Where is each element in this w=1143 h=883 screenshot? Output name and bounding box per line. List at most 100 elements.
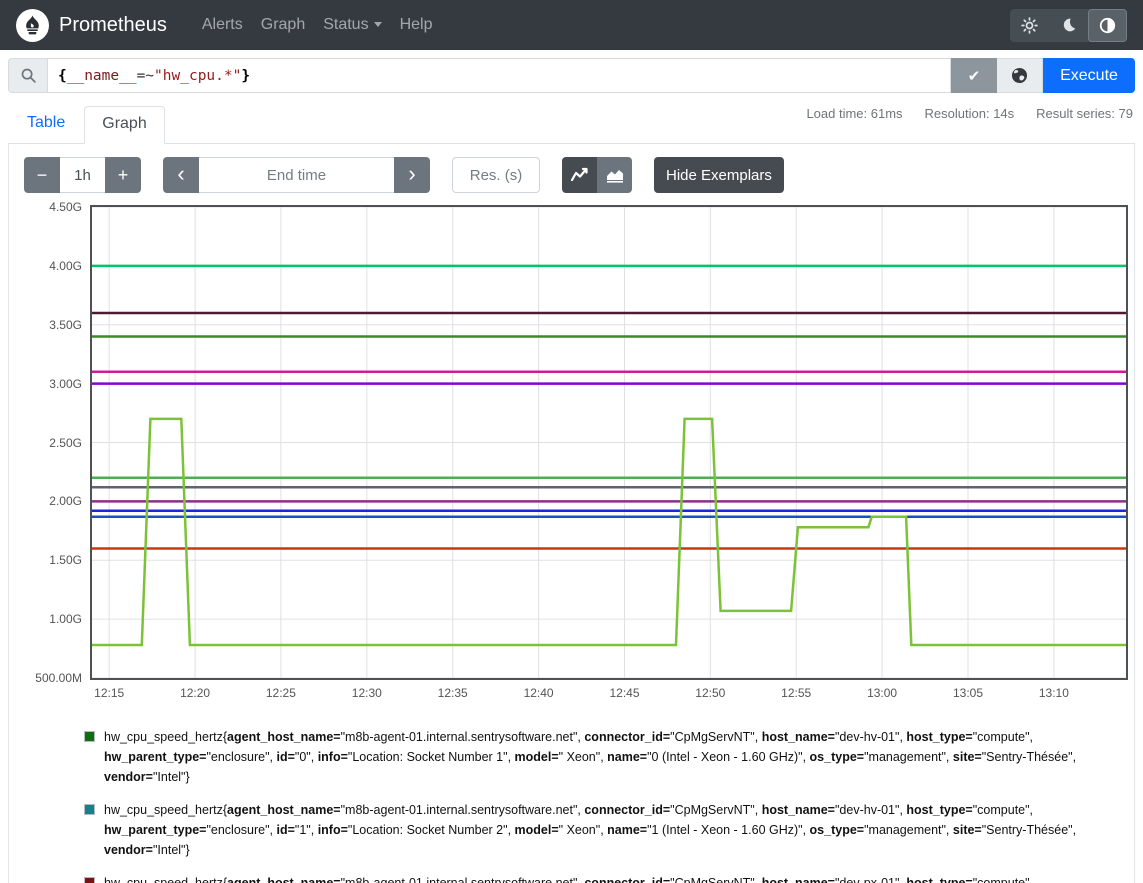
label-value: "0 (Intel - Xeon - 1.60 GHz)", — [647, 750, 809, 764]
x-axis-tick-label: 12:20 — [165, 686, 225, 700]
x-axis-tick-label: 12:35 — [423, 686, 483, 700]
label-value: "1 (Intel - Xeon - 1.60 GHz)", — [647, 823, 809, 837]
y-axis-tick-label: 1.50G — [24, 553, 82, 567]
label-value: "Location: Socket Number 2", — [348, 823, 515, 837]
stacked-chart-icon — [606, 167, 624, 183]
series-variable-cpu-speed — [92, 419, 1126, 645]
search-icon — [20, 67, 37, 84]
label-value: "m8b-agent-01.internal.sentrysoftware.ne… — [341, 803, 585, 817]
query-token: =~ — [137, 68, 154, 84]
metrics-explorer-button[interactable] — [997, 58, 1043, 93]
nav-link-alerts[interactable]: Alerts — [193, 16, 252, 34]
label-value: "CpMgServNT", — [670, 803, 762, 817]
tab-table[interactable]: Table — [10, 106, 82, 143]
stacked-chart-button[interactable] — [597, 157, 632, 193]
plot-canvas[interactable] — [90, 205, 1128, 680]
y-axis-tick-label: 2.50G — [24, 436, 82, 450]
label-key: connector_id= — [584, 803, 670, 817]
x-axis-tick-label: 13:10 — [1024, 686, 1084, 700]
dropdown-caret-icon — [374, 22, 382, 27]
query-check-button[interactable]: ✔ — [951, 58, 997, 93]
app-title[interactable]: Prometheus — [59, 14, 167, 37]
chart-area: 4.50G4.00G3.50G3.00G2.50G2.00G1.50G1.00G… — [24, 205, 1119, 705]
label-key: name= — [607, 823, 647, 837]
light-theme-button[interactable] — [1010, 9, 1049, 42]
line-chart-icon — [571, 167, 589, 183]
query-token: "hw_cpu.*" — [154, 68, 241, 84]
x-axis-tick-label: 12:40 — [509, 686, 569, 700]
resolution-input[interactable] — [452, 157, 540, 193]
time-forward-button[interactable]: › — [394, 157, 430, 193]
label-key: info= — [318, 750, 348, 764]
torch-flame-icon — [21, 14, 44, 37]
circle-half-icon — [1099, 17, 1116, 34]
y-axis-tick-label: 1.00G — [24, 612, 82, 626]
label-key: vendor= — [104, 843, 153, 857]
label-key: agent_host_name= — [227, 803, 341, 817]
legend-item[interactable]: hw_cpu_speed_hertz{agent_host_name="m8b-… — [84, 873, 1107, 883]
nav-links: AlertsGraphStatusHelp — [193, 16, 442, 34]
series-legend: hw_cpu_speed_hertz{agent_host_name="m8b-… — [84, 727, 1119, 883]
query-token: __name__ — [67, 68, 137, 84]
query-expression-input[interactable]: {__name__=~"hw_cpu.*"} — [47, 58, 951, 93]
range-decrease-button[interactable]: − — [24, 157, 60, 193]
label-value: "management", — [864, 750, 953, 764]
line-chart-button[interactable] — [562, 157, 597, 193]
navbar: Prometheus AlertsGraphStatusHelp — [0, 0, 1143, 50]
label-value: "compute", — [973, 730, 1033, 744]
label-key: os_type= — [810, 750, 865, 764]
label-key: host_name= — [762, 730, 835, 744]
search-addon — [8, 58, 47, 93]
time-back-button[interactable]: ‹ — [163, 157, 199, 193]
hide-exemplars-button[interactable]: Hide Exemplars — [654, 157, 784, 193]
label-key: agent_host_name= — [227, 730, 341, 744]
range-group: − + — [24, 157, 141, 193]
label-value: " Xeon", — [559, 823, 608, 837]
label-key: host_name= — [762, 876, 835, 883]
label-value: " Xeon", — [559, 750, 608, 764]
check-icon: ✔ — [968, 68, 981, 85]
label-value: "m8b-agent-01.internal.sentrysoftware.ne… — [341, 876, 585, 883]
query-token: { — [58, 68, 67, 84]
globe-icon — [1010, 66, 1029, 85]
label-value: "1", — [295, 823, 318, 837]
metric-name: hw_cpu_speed_hertz — [104, 730, 223, 744]
label-value: "enclosure", — [206, 750, 276, 764]
legend-item[interactable]: hw_cpu_speed_hertz{agent_host_name="m8b-… — [84, 800, 1107, 860]
end-time-input[interactable] — [199, 157, 394, 193]
query-stats: Load time: 61ms Resolution: 14s Result s… — [806, 106, 1133, 121]
prometheus-logo[interactable] — [16, 9, 49, 42]
label-key: host_type= — [906, 730, 972, 744]
range-increase-button[interactable]: + — [105, 157, 141, 193]
label-value: "Intel" — [153, 843, 186, 857]
nav-link-graph[interactable]: Graph — [252, 16, 314, 34]
label-key: site= — [953, 750, 982, 764]
dark-theme-button[interactable] — [1049, 9, 1088, 42]
series-color-swatch — [84, 731, 95, 742]
theme-toggle-group — [1010, 9, 1127, 42]
label-key: host_type= — [906, 876, 972, 883]
execute-button[interactable]: Execute — [1043, 58, 1135, 93]
label-value: "compute", — [973, 803, 1033, 817]
x-axis-tick-label: 12:55 — [766, 686, 826, 700]
y-axis-tick-label: 3.50G — [24, 318, 82, 332]
x-axis-tick-label: 12:50 — [680, 686, 740, 700]
y-axis-tick-label: 4.50G — [24, 200, 82, 214]
label-key: name= — [607, 750, 647, 764]
nav-link-status[interactable]: Status — [314, 16, 390, 34]
load-time: Load time: 61ms — [806, 106, 902, 121]
nav-link-help[interactable]: Help — [391, 16, 442, 34]
range-input[interactable] — [60, 157, 105, 193]
label-key: info= — [318, 823, 348, 837]
moon-icon — [1061, 17, 1077, 33]
auto-theme-button[interactable] — [1088, 9, 1127, 42]
label-value: "dev-hv-01", — [835, 803, 906, 817]
x-axis-tick-label: 13:05 — [938, 686, 998, 700]
legend-item[interactable]: hw_cpu_speed_hertz{agent_host_name="m8b-… — [84, 727, 1107, 787]
label-key: vendor= — [104, 770, 153, 784]
label-key: host_type= — [906, 803, 972, 817]
label-value: "Sentry-Thésée", — [982, 823, 1076, 837]
y-axis-tick-label: 500.00M — [24, 671, 82, 685]
label-value: "Sentry-Thésée", — [982, 750, 1076, 764]
tab-graph[interactable]: Graph — [84, 106, 164, 144]
